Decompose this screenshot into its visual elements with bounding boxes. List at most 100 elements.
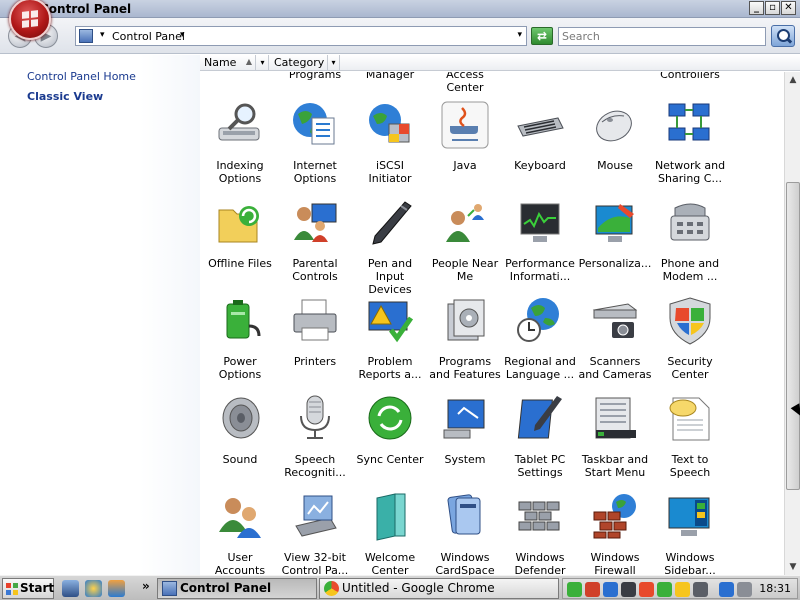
item-offline-files[interactable]: Offline Files (203, 198, 277, 292)
tray-alert-icon[interactable] (639, 582, 654, 597)
tray-lock-icon[interactable] (675, 582, 690, 597)
tray-user-icon[interactable] (567, 582, 582, 597)
title-bar[interactable]: Control Panel _ ▫ ✕ (0, 0, 800, 40)
partial-item-label[interactable]: Controllers (653, 72, 727, 81)
item-label: Speech Recogniti... (284, 453, 346, 479)
item-label: Security Center (667, 355, 713, 381)
item-label: Keyboard (514, 159, 566, 172)
vertical-scrollbar[interactable]: ▲ ▼ (784, 72, 800, 575)
item-label: Windows Defender (514, 551, 566, 575)
item-sound[interactable]: Sound (203, 394, 277, 488)
item-label: Sound (222, 453, 258, 466)
item-power-options[interactable]: Power Options (203, 296, 277, 390)
category-filter-dropdown-icon[interactable]: ▾ (328, 55, 340, 71)
item-regional-and-language[interactable]: Regional and Language ... (503, 296, 577, 390)
scroll-thumb[interactable] (786, 182, 800, 490)
address-field[interactable]: ▾ Control Panel ▾ ▾ (75, 26, 527, 46)
control-panel-home-link[interactable]: Control Panel Home (27, 70, 136, 83)
item-label: Indexing Options (216, 159, 264, 185)
item-printers[interactable]: Printers (278, 296, 352, 390)
system-tray: 18:31 (562, 578, 798, 599)
item-pen-and-input[interactable]: Pen and Input Devices (353, 198, 427, 296)
breadcrumb[interactable]: Control Panel (112, 30, 185, 43)
item-problem-reports[interactable]: Problem Reports a... (353, 296, 427, 390)
item-indexing-options[interactable]: Indexing Options (203, 100, 277, 194)
cardspace-icon (447, 494, 481, 535)
tray-network-icon[interactable] (693, 582, 708, 597)
breadcrumb-chevron-icon[interactable]: ▾ (180, 30, 185, 40)
indexing-options-icon (218, 103, 260, 141)
show-desktop-icon[interactable] (62, 580, 79, 597)
item-label: Performance Informati... (505, 257, 575, 283)
minimize-button[interactable]: _ (749, 1, 764, 15)
tray-shield-icon[interactable] (603, 582, 618, 597)
item-people-near-me[interactable]: People Near Me (428, 198, 502, 292)
item-scanners-and-cameras[interactable]: Scanners and Cameras (578, 296, 652, 390)
volume-icon[interactable] (737, 582, 752, 597)
close-button[interactable]: ✕ (781, 1, 796, 15)
address-dropdown-icon[interactable]: ▾ (517, 30, 522, 40)
item-network-and-sharing[interactable]: Network and Sharing C... (653, 100, 727, 194)
clock[interactable]: 18:31 (759, 582, 791, 595)
item-user-accounts[interactable]: User Accounts (203, 492, 277, 575)
search-input[interactable]: Search (558, 27, 766, 46)
partial-item-label[interactable]: Programs (278, 72, 352, 81)
item-welcome-center[interactable]: Welcome Center (353, 492, 427, 575)
taskbar-item-chrome[interactable]: Untitled - Google Chrome (319, 578, 559, 599)
item-tablet-pc-settings[interactable]: Tablet PC Settings (503, 394, 577, 488)
item-performance[interactable]: Performance Informati... (503, 198, 577, 292)
partial-item-label[interactable]: Manager (353, 72, 427, 81)
item-windows-firewall[interactable]: Windows Firewall (578, 492, 652, 575)
column-header-category[interactable]: Category (270, 55, 328, 71)
internet-explorer-icon[interactable] (85, 580, 102, 597)
item-label: Java (453, 159, 477, 172)
item-windows-sidebar[interactable]: Windows Sidebar... (653, 492, 727, 575)
item-windows-cardspace[interactable]: Windows CardSpace (428, 492, 502, 575)
item-view-32bit-control-panel[interactable]: View 32-bit Control Pa... (278, 492, 352, 575)
item-sync-center[interactable]: Sync Center (353, 394, 427, 488)
column-header-name[interactable]: Name ▲ (200, 55, 256, 71)
tray-security-icon[interactable] (585, 582, 600, 597)
item-keyboard[interactable]: Keyboard (503, 100, 577, 194)
item-text-to-speech[interactable]: Text to Speech (653, 394, 727, 488)
scroll-down-icon[interactable]: ▼ (785, 559, 800, 575)
refresh-button[interactable]: ⇄ (531, 27, 553, 45)
item-windows-defender[interactable]: Windows Defender (503, 492, 577, 575)
media-player-icon[interactable] (108, 580, 125, 597)
item-parental-controls[interactable]: Parental Controls (278, 198, 352, 292)
item-taskbar-and-start-menu[interactable]: Taskbar and Start Menu (578, 394, 652, 488)
tray-people-icon[interactable] (657, 582, 672, 597)
item-label: iSCSI Initiator (368, 159, 412, 185)
iscsi-initiator-icon (369, 104, 410, 143)
windows-orb-icon[interactable] (9, 0, 51, 40)
item-security-center[interactable]: Security Center (653, 296, 727, 390)
taskbar-item-control-panel[interactable]: Control Panel (157, 578, 317, 599)
tray-display-icon[interactable] (719, 582, 734, 597)
taskbar: Start » Control Panel Untitled - Google … (0, 575, 800, 600)
personalization-icon (595, 204, 634, 242)
item-phone-and-modem[interactable]: Phone and Modem ... (653, 198, 727, 292)
java-icon (441, 101, 489, 149)
breadcrumb-separator-icon[interactable]: ▾ (100, 30, 105, 40)
start-button[interactable]: Start (2, 578, 54, 599)
item-internet-options[interactable]: Internet Options (278, 100, 352, 194)
item-label: Welcome Center (364, 551, 416, 575)
item-java[interactable]: Java (428, 100, 502, 194)
quick-launch-overflow-icon[interactable]: » (142, 579, 150, 593)
item-mouse[interactable]: Mouse (578, 100, 652, 194)
tray-monitor-icon[interactable] (621, 582, 636, 597)
item-programs-and-features[interactable]: Programs and Features (428, 296, 502, 390)
partial-item-label[interactable]: Access Center (428, 72, 502, 94)
item-label: Windows Firewall (590, 551, 640, 575)
scroll-up-icon[interactable]: ▲ (785, 72, 800, 88)
people-icon (446, 204, 484, 242)
maximize-button[interactable]: ▫ (765, 1, 780, 15)
item-label: System (444, 453, 486, 466)
classic-view-link[interactable]: Classic View (27, 90, 103, 103)
item-speech-recognition[interactable]: Speech Recogniti... (278, 394, 352, 488)
item-iscsi-initiator[interactable]: iSCSI Initiator (353, 100, 427, 194)
search-button[interactable] (771, 25, 795, 47)
name-filter-dropdown-icon[interactable]: ▾ (257, 55, 269, 71)
item-system[interactable]: System (428, 394, 502, 488)
item-personalization[interactable]: Personaliza... (578, 198, 652, 292)
